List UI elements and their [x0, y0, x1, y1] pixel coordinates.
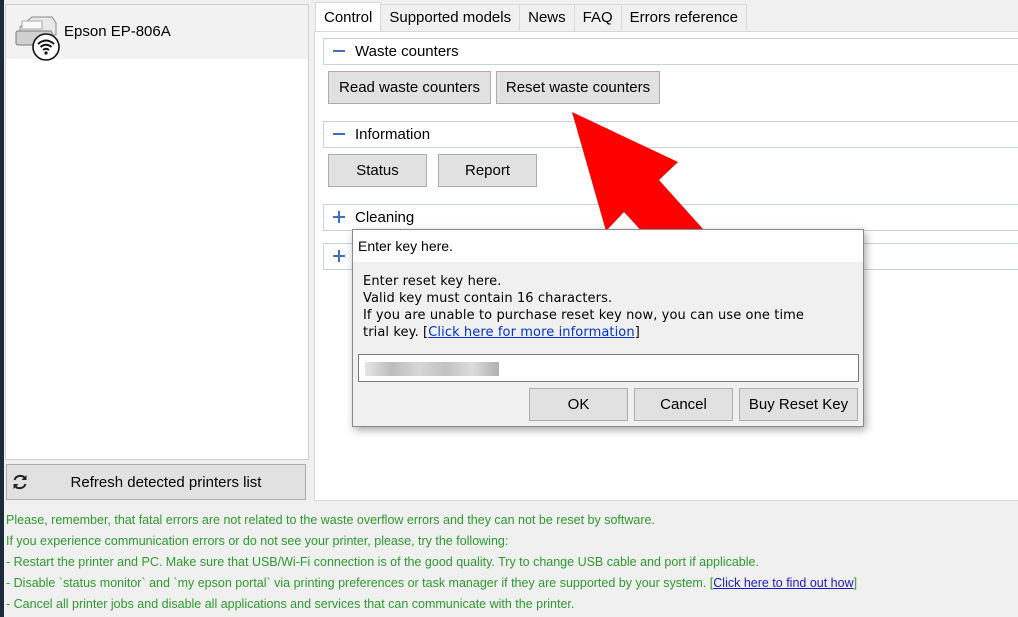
- refresh-printers-button[interactable]: Refresh detected printers list: [6, 464, 306, 500]
- dialog-title-bar: Enter key here.: [353, 230, 863, 262]
- tab-errors-reference[interactable]: Errors reference: [620, 4, 748, 32]
- ok-button[interactable]: OK: [529, 388, 628, 421]
- tab-news[interactable]: News: [519, 4, 575, 32]
- more-information-link[interactable]: Click here for more information: [428, 325, 634, 340]
- reset-key-dialog: Enter key here. Enter reset key here. Va…: [352, 229, 864, 427]
- note-line: If you experience communication errors o…: [6, 534, 509, 548]
- note-bracket: ]: [853, 576, 858, 590]
- note-line: Please, remember, that fatal errors are …: [6, 513, 655, 527]
- dialog-message-line: If you are unable to purchase reset key …: [363, 308, 805, 323]
- tab-supported-models[interactable]: Supported models: [380, 4, 521, 32]
- minus-icon: [333, 50, 345, 52]
- help-notes: Please, remember, that fatal errors are …: [6, 510, 1016, 615]
- plus-icon: [333, 250, 345, 262]
- dialog-message-line: Enter reset key here.: [363, 274, 502, 289]
- redacted-key-text: [365, 362, 499, 376]
- tab-faq[interactable]: FAQ: [573, 4, 622, 32]
- printer-list[interactable]: Epson EP-806A: [5, 4, 309, 460]
- dialog-message-line: Valid key must contain 16 characters.: [363, 291, 613, 306]
- dialog-title: Enter key here.: [358, 238, 453, 254]
- read-waste-counters-button[interactable]: Read waste counters: [328, 71, 491, 104]
- refresh-printers-label: Refresh detected printers list: [70, 474, 262, 491]
- tab-bar: Control Supported models News FAQ Errors…: [315, 2, 748, 32]
- dialog-message-line: trial key. [Click here for more informat…: [363, 324, 858, 341]
- printer-name: Epson EP-806A: [64, 23, 171, 40]
- section-waste-counters[interactable]: Waste counters: [323, 38, 1018, 65]
- dialog-message: Enter reset key here. Valid key must con…: [363, 273, 858, 341]
- section-cleaning-title: Cleaning: [355, 209, 415, 226]
- desktop-edge: [0, 0, 4, 617]
- note-line: - Restart the printer and PC. Make sure …: [6, 555, 759, 569]
- tab-control[interactable]: Control: [315, 2, 382, 32]
- note-disable-text: - Disable `status monitor` and `my epson…: [6, 576, 714, 590]
- dialog-trial-text: trial key. [: [363, 325, 429, 340]
- report-button[interactable]: Report: [438, 154, 537, 187]
- note-line: - Disable `status monitor` and `my epson…: [6, 573, 1016, 594]
- reset-key-input[interactable]: [358, 354, 859, 382]
- buy-reset-key-button[interactable]: Buy Reset Key: [739, 388, 858, 421]
- note-line: - Cancel all printer jobs and disable al…: [6, 597, 575, 611]
- printer-list-item[interactable]: Epson EP-806A: [6, 5, 308, 61]
- section-information-title: Information: [355, 126, 431, 143]
- find-out-how-link[interactable]: Click here to find out how: [713, 576, 853, 590]
- minus-icon: [333, 133, 345, 135]
- plus-icon: [333, 211, 345, 223]
- printer-wifi-icon: [15, 16, 60, 61]
- dialog-bracket: ]: [634, 325, 640, 340]
- section-waste-counters-title: Waste counters: [355, 43, 459, 60]
- cancel-button[interactable]: Cancel: [634, 388, 733, 421]
- status-button[interactable]: Status: [328, 154, 427, 187]
